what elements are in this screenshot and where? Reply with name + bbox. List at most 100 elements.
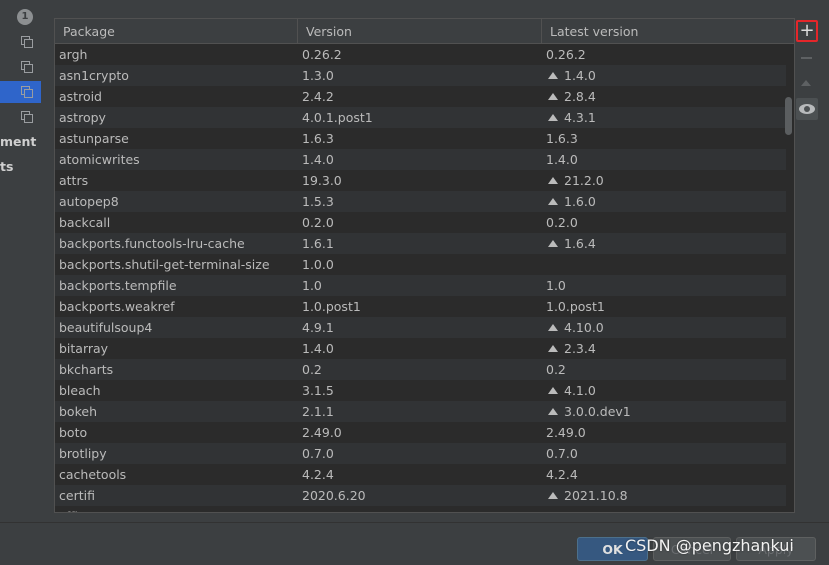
latest-version-cell: 4.3.1 <box>546 107 786 128</box>
show-early-releases-button[interactable] <box>796 98 818 120</box>
table-row[interactable]: astropy 4.0.1.post1 4.3.1 <box>55 107 786 128</box>
version-cell-text: 1.6.3 <box>302 131 334 146</box>
table-row[interactable]: bleach 3.1.5 4.1.0 <box>55 380 786 401</box>
package-name-cell: certifi <box>59 485 294 506</box>
install-package-button[interactable]: + <box>796 20 818 42</box>
sidebar-label-cut-2[interactable]: ts <box>0 159 13 174</box>
package-name-cell-text: boto <box>59 425 88 440</box>
latest-version-cell-text: 0.2 <box>546 362 566 377</box>
latest-version-cell-text: 1.6.0 <box>564 194 596 209</box>
version-cell: 0.2.0 <box>302 212 542 233</box>
package-name-cell-text: astunparse <box>59 131 129 146</box>
table-row[interactable]: bokeh 2.1.1 3.0.0.dev1 <box>55 401 786 422</box>
sidebar-item-2[interactable] <box>0 56 41 78</box>
latest-version-cell: 4.1.0 <box>546 380 786 401</box>
version-cell: 19.3.0 <box>302 170 542 191</box>
package-name-cell: argh <box>59 44 294 65</box>
version-cell-text: 1.14.0 <box>302 509 342 512</box>
sidebar-item-project-interpreter[interactable] <box>0 81 41 103</box>
package-name-cell-text: cffi <box>59 509 78 512</box>
upgrade-package-button[interactable] <box>796 72 818 94</box>
package-name-cell: bitarray <box>59 338 294 359</box>
table-row[interactable]: backports.weakref 1.0.post1 1.0.post1 <box>55 296 786 317</box>
package-name-cell: bokeh <box>59 401 294 422</box>
table-row[interactable]: cachetools 4.2.4 4.2.4 <box>55 464 786 485</box>
vertical-scrollbar[interactable] <box>785 97 792 135</box>
table-row[interactable]: boto 2.49.0 2.49.0 <box>55 422 786 443</box>
version-cell-text: 1.0.post1 <box>302 299 361 314</box>
version-cell: 1.0.post1 <box>302 296 542 317</box>
table-row[interactable]: attrs 19.3.0 21.2.0 <box>55 170 786 191</box>
package-name-cell: autopep8 <box>59 191 294 212</box>
latest-version-cell-text: 4.10.0 <box>564 320 604 335</box>
version-cell: 1.4.0 <box>302 149 542 170</box>
version-cell: 1.4.0 <box>302 338 542 359</box>
table-row[interactable]: bitarray 1.4.0 2.3.4 <box>55 338 786 359</box>
latest-version-cell: 2.3.4 <box>546 338 786 359</box>
column-header-package[interactable]: Package <box>55 19 298 44</box>
table-row[interactable]: cffi 1.14.0 1.15.0 <box>55 506 786 512</box>
version-cell-text: 19.3.0 <box>302 173 342 188</box>
package-name-cell: backports.shutil-get-terminal-size <box>59 254 294 275</box>
uninstall-package-button[interactable] <box>796 47 818 69</box>
version-cell-text: 1.4.0 <box>302 341 334 356</box>
latest-version-cell-text: 1.6.4 <box>564 236 596 251</box>
table-row[interactable]: astunparse 1.6.3 1.6.3 <box>55 128 786 149</box>
latest-version-cell-text: 2.3.4 <box>564 341 596 356</box>
version-cell-text: 2.4.2 <box>302 89 334 104</box>
column-header-version[interactable]: Version <box>298 19 542 44</box>
table-row[interactable]: asn1crypto 1.3.0 1.4.0 <box>55 65 786 86</box>
table-row[interactable]: backports.shutil-get-terminal-size 1.0.0 <box>55 254 786 275</box>
table-row[interactable]: certifi 2020.6.20 2021.10.8 <box>55 485 786 506</box>
count-badge: 1 <box>17 9 33 25</box>
latest-version-cell: 1.15.0 <box>546 506 786 512</box>
version-cell: 2.1.1 <box>302 401 542 422</box>
table-row[interactable]: astroid 2.4.2 2.8.4 <box>55 86 786 107</box>
upgrade-available-icon <box>548 408 558 415</box>
version-cell-text: 2.1.1 <box>302 404 334 419</box>
copy-icon <box>21 86 33 98</box>
package-name-cell: astroid <box>59 86 294 107</box>
table-row[interactable]: beautifulsoup4 4.9.1 4.10.0 <box>55 317 786 338</box>
latest-version-cell-text: 2021.10.8 <box>564 488 628 503</box>
latest-version-cell: 0.2.0 <box>546 212 786 233</box>
upgrade-available-icon <box>548 387 558 394</box>
latest-version-cell: 1.4.0 <box>546 65 786 86</box>
package-name-cell-text: bleach <box>59 383 101 398</box>
table-row[interactable]: bkcharts 0.2 0.2 <box>55 359 786 380</box>
latest-version-cell: 0.2 <box>546 359 786 380</box>
table-row[interactable]: autopep8 1.5.3 1.6.0 <box>55 191 786 212</box>
sidebar-item-1[interactable] <box>0 31 41 53</box>
table-header: Package Version Latest version <box>55 19 794 44</box>
latest-version-cell: 4.2.4 <box>546 464 786 485</box>
sidebar-label-cut-1[interactable]: ment <box>0 134 36 149</box>
version-cell-text: 4.9.1 <box>302 320 334 335</box>
version-cell-text: 1.6.1 <box>302 236 334 251</box>
latest-version-cell-text: 4.1.0 <box>564 383 596 398</box>
eye-pupil <box>804 106 810 112</box>
table-row[interactable]: atomicwrites 1.4.0 1.4.0 <box>55 149 786 170</box>
package-name-cell-text: bitarray <box>59 341 109 356</box>
table-row[interactable]: backports.functools-lru-cache 1.6.1 1.6.4 <box>55 233 786 254</box>
version-cell-text: 4.0.1.post1 <box>302 110 373 125</box>
latest-version-cell: 2.8.4 <box>546 86 786 107</box>
package-name-cell: backports.weakref <box>59 296 294 317</box>
package-name-cell: astropy <box>59 107 294 128</box>
version-cell: 4.2.4 <box>302 464 542 485</box>
latest-version-cell-text: 1.4.0 <box>564 68 596 83</box>
table-row[interactable]: brotlipy 0.7.0 0.7.0 <box>55 443 786 464</box>
sidebar-item-4[interactable] <box>0 106 41 128</box>
version-cell: 2020.6.20 <box>302 485 542 506</box>
table-row[interactable]: argh 0.26.2 0.26.2 <box>55 44 786 65</box>
table-row[interactable]: backcall 0.2.0 0.2.0 <box>55 212 786 233</box>
package-name-cell-text: astroid <box>59 89 102 104</box>
table-row[interactable]: backports.tempfile 1.0 1.0 <box>55 275 786 296</box>
watermark-text: CSDN @pengzhankui <box>625 536 794 555</box>
package-table[interactable]: Package Version Latest version argh 0.26.… <box>54 18 795 513</box>
version-cell-text: 1.0.0 <box>302 257 334 272</box>
latest-version-cell-text: 21.2.0 <box>564 173 604 188</box>
column-header-latest-version[interactable]: Latest version <box>542 19 794 44</box>
latest-version-cell <box>546 254 786 275</box>
settings-sidebar: 1 ment ts <box>0 0 41 522</box>
latest-version-cell: 2021.10.8 <box>546 485 786 506</box>
